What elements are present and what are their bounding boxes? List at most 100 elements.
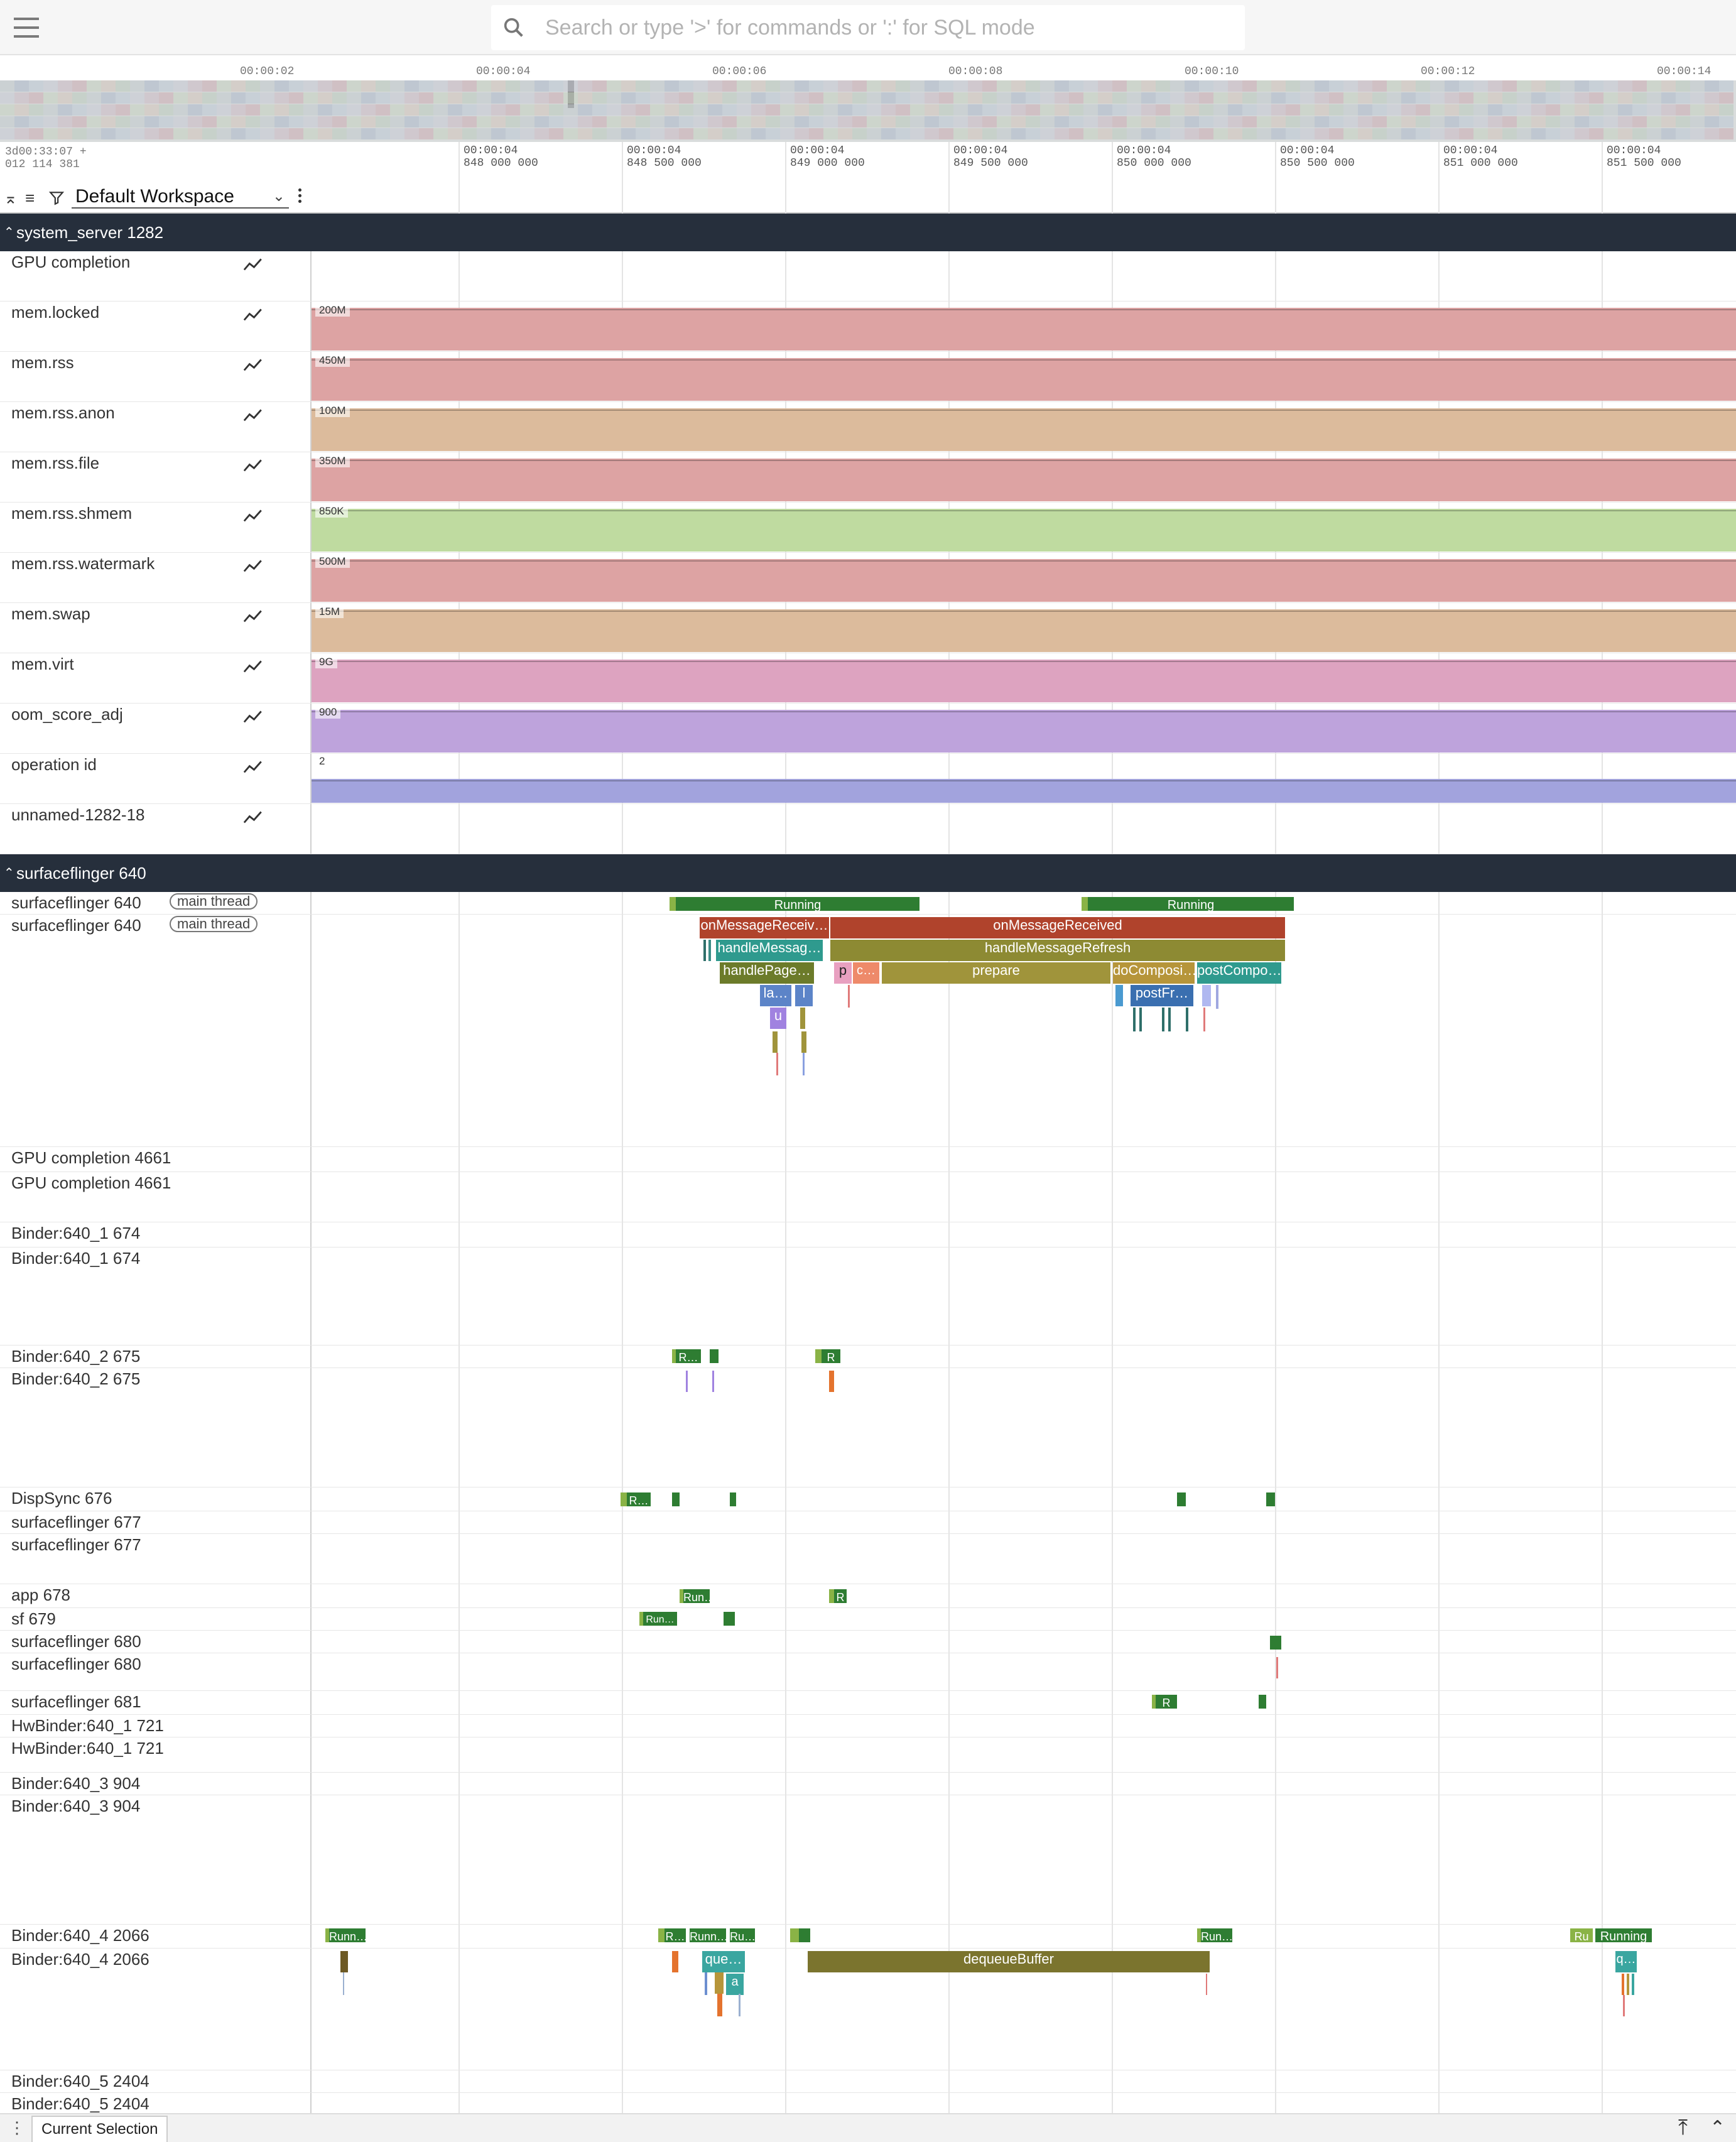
overview-timeline[interactable] xyxy=(0,80,1736,142)
counter-track[interactable]: unnamed-1282-18 xyxy=(0,804,1736,854)
slice-marker[interactable] xyxy=(1115,985,1123,1006)
slice-marker[interactable] xyxy=(343,1972,344,1995)
thread-slices-track[interactable]: Binder:640_1 674 xyxy=(0,1248,1736,1346)
slice-handlemessage[interactable]: handleMessag… xyxy=(716,940,823,961)
group-system-server[interactable]: ⌃ system_server 1282 xyxy=(0,214,1736,251)
slice-marker[interactable] xyxy=(708,940,711,961)
slice-running[interactable]: Running xyxy=(1088,897,1294,911)
drag-handle-icon[interactable]: ⋮ xyxy=(9,2118,25,2138)
slice-marker[interactable] xyxy=(1632,1974,1634,1995)
slice-running-short[interactable]: Runn… xyxy=(329,1928,366,1942)
slice-running-short[interactable]: Run… xyxy=(683,1589,710,1603)
slice-postframebuffer[interactable]: postFr… xyxy=(1131,985,1193,1006)
slice-marker[interactable] xyxy=(1162,1008,1164,1031)
group-surfaceflinger[interactable]: ⌃ surfaceflinger 640 xyxy=(0,854,1736,892)
search-box[interactable] xyxy=(491,5,1245,50)
slice-running-short[interactable]: Ru… xyxy=(730,1928,755,1942)
thread-slices-track[interactable]: surfaceflinger 680 xyxy=(0,1653,1736,1691)
slice-marker[interactable] xyxy=(1177,1492,1186,1506)
slice-marker[interactable] xyxy=(1623,1995,1625,2016)
slice-marker[interactable] xyxy=(705,1972,707,1995)
thread-state-track[interactable]: Binder:640_3 904 xyxy=(0,1773,1736,1795)
thread-state-track[interactable]: DispSync 676 xyxy=(0,1487,1736,1511)
slice-prepare[interactable]: prepare xyxy=(882,962,1110,984)
chart-line-icon[interactable] xyxy=(242,407,264,423)
chevron-up-icon[interactable]: ⌃ xyxy=(1710,2117,1725,2139)
counter-track[interactable]: GPU completion xyxy=(0,251,1736,302)
workspace-selector[interactable]: Default Workspace ⌄ xyxy=(72,185,289,209)
slice-running-short[interactable]: R… xyxy=(665,1928,686,1942)
slice-queuebuffer[interactable]: que… xyxy=(702,1951,745,1972)
slice-marker[interactable] xyxy=(658,1928,665,1942)
slice-onmessagereceived[interactable]: onMessageReceived xyxy=(830,917,1285,938)
slice-l[interactable]: l xyxy=(795,985,813,1006)
thread-slices-track[interactable]: Binder:640_2 675 xyxy=(0,1368,1736,1487)
slice-running-short[interactable]: Run… xyxy=(643,1612,677,1626)
slice-marker[interactable] xyxy=(799,1928,810,1942)
slice-marker[interactable] xyxy=(1270,1636,1281,1650)
slice-marker[interactable] xyxy=(717,1994,722,2016)
slice-running[interactable]: Running xyxy=(676,897,920,911)
slice-marker[interactable] xyxy=(1259,1695,1266,1709)
thread-state-track[interactable]: GPU completion 4661 xyxy=(0,1147,1736,1172)
menu-icon[interactable] xyxy=(14,18,39,38)
collapse-all-icon[interactable]: ⌅ xyxy=(4,188,18,208)
thread-state-track[interactable]: surfaceflinger 680 xyxy=(0,1631,1736,1653)
slice-postcomposition[interactable]: postCompo… xyxy=(1197,962,1281,984)
slice-marker[interactable] xyxy=(712,1371,714,1392)
slice-marker[interactable] xyxy=(1186,1008,1188,1031)
slice-onmessagereceived[interactable]: onMessageReceiv… xyxy=(700,917,829,938)
slice-acquire[interactable]: a xyxy=(726,1974,744,1995)
thread-state-track[interactable]: Binder:640_2 675 xyxy=(0,1346,1736,1368)
slice-marker[interactable] xyxy=(621,1492,627,1506)
slice-running-short[interactable]: Ru xyxy=(1570,1928,1593,1942)
slice-marker[interactable] xyxy=(340,1951,348,1972)
slice-marker[interactable] xyxy=(724,1612,735,1626)
slice-handlepageflip[interactable]: handlePage… xyxy=(720,962,814,984)
thread-slices-track[interactable]: HwBinder:640_1 721 xyxy=(0,1737,1736,1773)
chart-line-icon[interactable] xyxy=(242,256,264,273)
slice-latch[interactable]: la… xyxy=(760,985,791,1006)
thread-state-track[interactable]: Binder:640_4 2066 xyxy=(0,1925,1736,1949)
thread-state-track[interactable]: Binder:640_1 674 xyxy=(0,1222,1736,1248)
slice-marker[interactable] xyxy=(686,1371,688,1392)
search-input[interactable] xyxy=(545,5,1236,50)
slice-running-short[interactable]: R… xyxy=(676,1349,701,1363)
slice-running-short[interactable]: Run… xyxy=(1201,1928,1232,1942)
thread-state-track[interactable]: app 678 xyxy=(0,1584,1736,1608)
slice-marker[interactable] xyxy=(776,1053,778,1075)
slice-running-short[interactable]: Runn… xyxy=(690,1928,726,1942)
slice-marker[interactable] xyxy=(790,1928,799,1942)
chart-line-icon[interactable] xyxy=(242,709,264,725)
filter-icon[interactable] xyxy=(48,190,65,206)
chart-line-icon[interactable] xyxy=(242,658,264,675)
slice-marker[interactable] xyxy=(800,1008,805,1029)
slice-marker[interactable] xyxy=(739,1994,741,2016)
chart-line-icon[interactable] xyxy=(242,809,264,825)
chart-line-icon[interactable] xyxy=(242,307,264,323)
slice-marker[interactable] xyxy=(848,985,850,1008)
slice-running-short[interactable]: R xyxy=(834,1589,847,1603)
slice-handlemessagerefresh[interactable]: handleMessageRefresh xyxy=(830,940,1285,961)
slice-marker[interactable] xyxy=(730,1492,736,1506)
slice-p[interactable]: p xyxy=(834,962,852,984)
pin-top-icon[interactable]: ⤒ xyxy=(1678,2116,1688,2140)
slice-marker[interactable] xyxy=(1203,1008,1205,1031)
thread-state-track[interactable]: Binder:640_5 2404 xyxy=(0,2070,1736,2093)
slice-marker[interactable] xyxy=(1627,1974,1629,1995)
chart-line-icon[interactable] xyxy=(242,508,264,524)
slice-c[interactable]: c… xyxy=(853,962,879,984)
slice-running-short[interactable]: R xyxy=(1156,1695,1177,1709)
thread-slices-track[interactable]: GPU completion 4661 xyxy=(0,1172,1736,1222)
slice-marker[interactable] xyxy=(672,1349,676,1363)
slice-u[interactable]: u xyxy=(770,1008,786,1029)
slice-marker[interactable] xyxy=(801,1031,806,1053)
current-selection-tab[interactable]: Current Selection xyxy=(31,2116,168,2142)
thread-state-track[interactable]: HwBinder:640_1 721 xyxy=(0,1715,1736,1737)
slice-marker[interactable] xyxy=(1276,1657,1278,1678)
thread-state-track[interactable]: sf 679 xyxy=(0,1608,1736,1631)
chart-line-icon[interactable] xyxy=(242,357,264,373)
slice-marker[interactable] xyxy=(1216,985,1218,1009)
thread-slices-track[interactable]: Binder:640_5 2404 xyxy=(0,2093,1736,2116)
slice-marker[interactable] xyxy=(829,1371,834,1392)
